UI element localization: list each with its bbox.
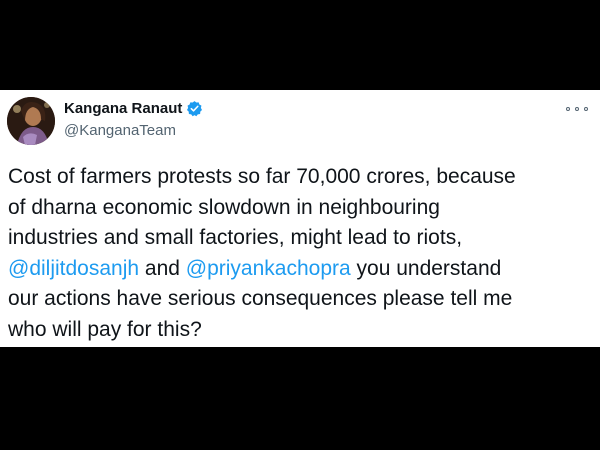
- avatar-photo-icon: [7, 97, 55, 145]
- tweet-text-line: of dharna economic slowdown in neighbour…: [8, 195, 440, 219]
- author-name-row: Kangana Ranaut: [64, 100, 203, 117]
- tweet-text-line: Cost of farmers protests so far 70,000 c…: [8, 165, 516, 188]
- more-dot-icon: [584, 107, 588, 111]
- tweet-card: Kangana Ranaut @KanganaTeam Cost of farm…: [0, 90, 600, 347]
- tweet-text-segment: you understand: [350, 256, 502, 280]
- mention-link-priyankachopra[interactable]: @priyankachopra: [186, 257, 351, 280]
- tweet-text-segment: and: [139, 256, 186, 280]
- more-dot-icon: [575, 107, 579, 111]
- avatar[interactable]: [7, 97, 55, 145]
- more-dot-icon: [566, 107, 570, 111]
- tweet-text-line: industries and small factories, might le…: [8, 226, 463, 249]
- verified-badge-icon: [186, 100, 203, 117]
- user-handle[interactable]: @KanganaTeam: [64, 122, 176, 139]
- tweet-text-line: our actions have serious consequences pl…: [8, 287, 513, 310]
- screenshot-frame: Kangana Ranaut @KanganaTeam Cost of farm…: [0, 0, 600, 450]
- tweet-text-line: who will pay for this?: [8, 317, 202, 341]
- display-name[interactable]: Kangana Ranaut: [64, 100, 182, 117]
- more-options-icon[interactable]: [566, 102, 588, 116]
- tweet-text: Cost of farmers protests so far 70,000 c…: [8, 162, 593, 345]
- mention-link-diljitdosanjh[interactable]: @diljitdosanjh: [8, 257, 139, 280]
